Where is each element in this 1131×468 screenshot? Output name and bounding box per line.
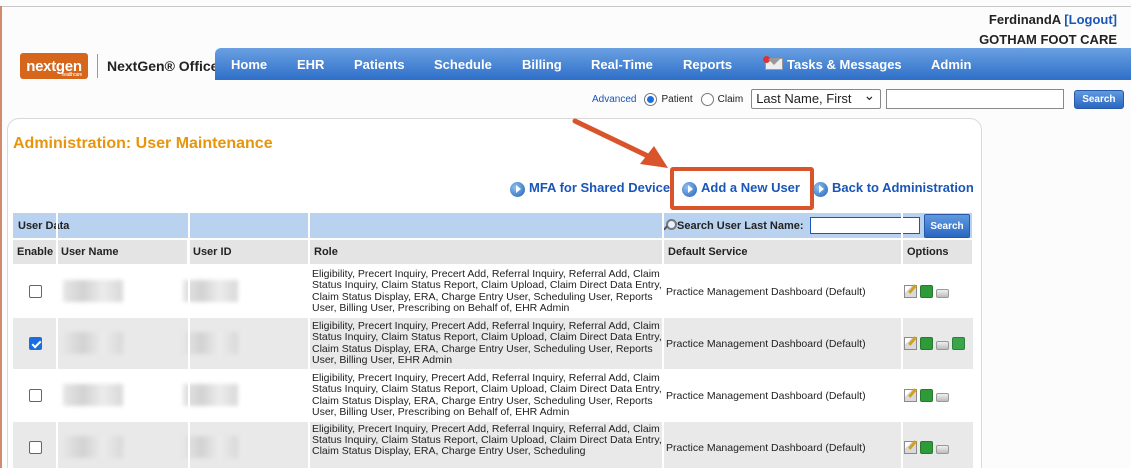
reset-icon[interactable] — [920, 285, 933, 298]
nav-billing[interactable]: Billing — [522, 57, 562, 72]
edit-icon[interactable] — [904, 337, 917, 350]
redacted-user-id — [183, 384, 238, 406]
default-service: Practice Management Dashboard (Default) — [666, 389, 866, 402]
last-name-label: Search User Last Name: — [677, 219, 804, 232]
column-divider — [56, 213, 58, 468]
last-name-search-button[interactable]: Search — [924, 214, 970, 238]
global-search: Advanced Patient Claim Last Name, First … — [592, 87, 1124, 109]
redacted-user-name — [63, 436, 123, 458]
enable-checkbox[interactable] — [29, 441, 42, 454]
user-area: FerdinandA [Logout] GOTHAM FOOT CARE — [979, 10, 1117, 50]
default-service: Practice Management Dashboard (Default) — [666, 441, 866, 454]
print-icon[interactable] — [936, 392, 949, 402]
advanced-search-link[interactable]: Advanced — [592, 94, 636, 105]
redacted-user-name — [63, 384, 123, 406]
reset-icon[interactable] — [920, 441, 933, 454]
highlight-box — [670, 167, 814, 210]
global-search-button[interactable]: Search — [1074, 89, 1124, 109]
nav-reports[interactable]: Reports — [683, 57, 732, 72]
enable-checkbox[interactable] — [29, 337, 42, 350]
table-row: Eligibility, Precert Inquiry, Precert Ad… — [13, 422, 973, 468]
global-search-input[interactable] — [886, 89, 1065, 109]
logo-divider — [97, 54, 98, 78]
mfa-shared-device-link[interactable]: MFA for Shared Device — [510, 180, 670, 197]
redacted-user-name — [63, 332, 123, 354]
column-divider — [308, 213, 310, 468]
redacted-user-name — [63, 280, 123, 302]
column-divider — [662, 213, 664, 468]
edit-icon[interactable] — [904, 285, 917, 298]
enable-checkbox[interactable] — [29, 285, 42, 298]
column-divider — [188, 213, 190, 468]
window-left-border — [0, 6, 2, 468]
default-service: Practice Management Dashboard (Default) — [666, 285, 866, 298]
role-text: Eligibility, Precert Inquiry, Precert Ad… — [312, 268, 662, 314]
nav-schedule[interactable]: Schedule — [434, 57, 492, 72]
switch-user-icon[interactable] — [952, 337, 965, 350]
table-row: Eligibility, Precert Inquiry, Precert Ad… — [13, 318, 973, 369]
role-text: Eligibility, Precert Inquiry, Precert Ad… — [312, 423, 662, 458]
col-enable: Enable — [13, 240, 56, 264]
redacted-user-id — [183, 280, 238, 302]
print-icon[interactable] — [936, 288, 949, 298]
arrow-right-icon — [813, 182, 828, 197]
nav-home[interactable]: Home — [231, 57, 267, 72]
redacted-user-id — [183, 332, 238, 354]
col-user-name: User Name — [57, 240, 187, 264]
logout-link[interactable]: [Logout] — [1064, 12, 1117, 27]
last-name-input[interactable] — [809, 217, 920, 234]
claim-radio-label: Claim — [717, 93, 744, 105]
redacted-user-id — [183, 436, 238, 458]
column-divider — [901, 213, 903, 468]
print-icon[interactable] — [936, 444, 949, 454]
table-row: Eligibility, Precert Inquiry, Precert Ad… — [13, 370, 973, 421]
col-user-id: User ID — [189, 240, 308, 264]
enable-checkbox[interactable] — [29, 389, 42, 402]
reset-icon[interactable] — [920, 389, 933, 402]
nav-patients[interactable]: Patients — [354, 57, 405, 72]
annotation-arrow — [572, 118, 668, 168]
role-text: Eligibility, Precert Inquiry, Precert Ad… — [312, 320, 662, 366]
nav-ehr[interactable]: EHR — [297, 57, 324, 72]
page-title: Administration: User Maintenance — [13, 135, 273, 152]
search-type-select[interactable]: Last Name, First — [751, 87, 882, 109]
arrow-right-icon — [510, 182, 525, 197]
col-options: Options — [903, 240, 972, 264]
nav-admin[interactable]: Admin — [931, 57, 971, 72]
default-service: Practice Management Dashboard (Default) — [666, 337, 866, 350]
claim-radio[interactable] — [700, 92, 714, 106]
nextgen-logo-mark: nextgen healthcare — [20, 53, 88, 79]
back-to-administration-link[interactable]: Back to Administration — [813, 180, 974, 197]
col-default-service: Default Service — [664, 240, 901, 264]
table-row: Eligibility, Precert Inquiry, Precert Ad… — [13, 266, 973, 317]
product-name: NextGen® Office — [107, 58, 219, 74]
nav-real-time[interactable]: Real-Time — [591, 57, 653, 72]
practice-name: GOTHAM FOOT CARE — [979, 32, 1117, 47]
main-nav: Home EHR Patients Schedule Billing Real-… — [215, 48, 1131, 80]
print-icon[interactable] — [936, 340, 949, 350]
username: FerdinandA — [988, 12, 1061, 27]
reset-icon[interactable] — [920, 337, 933, 350]
nav-tasks-messages[interactable]: Tasks & Messages — [763, 56, 902, 72]
patient-radio-label: Patient — [661, 93, 693, 105]
logo[interactable]: nextgen healthcare NextGen® Office — [20, 53, 218, 79]
edit-icon[interactable] — [904, 389, 917, 402]
patient-radio[interactable] — [644, 92, 658, 106]
window-top-border — [0, 6, 1131, 7]
last-name-search: Search User Last Name: — [662, 217, 920, 234]
col-role: Role — [310, 240, 662, 264]
edit-icon[interactable] — [904, 441, 917, 454]
mail-icon — [763, 56, 783, 70]
role-text: Eligibility, Precert Inquiry, Precert Ad… — [312, 372, 662, 418]
